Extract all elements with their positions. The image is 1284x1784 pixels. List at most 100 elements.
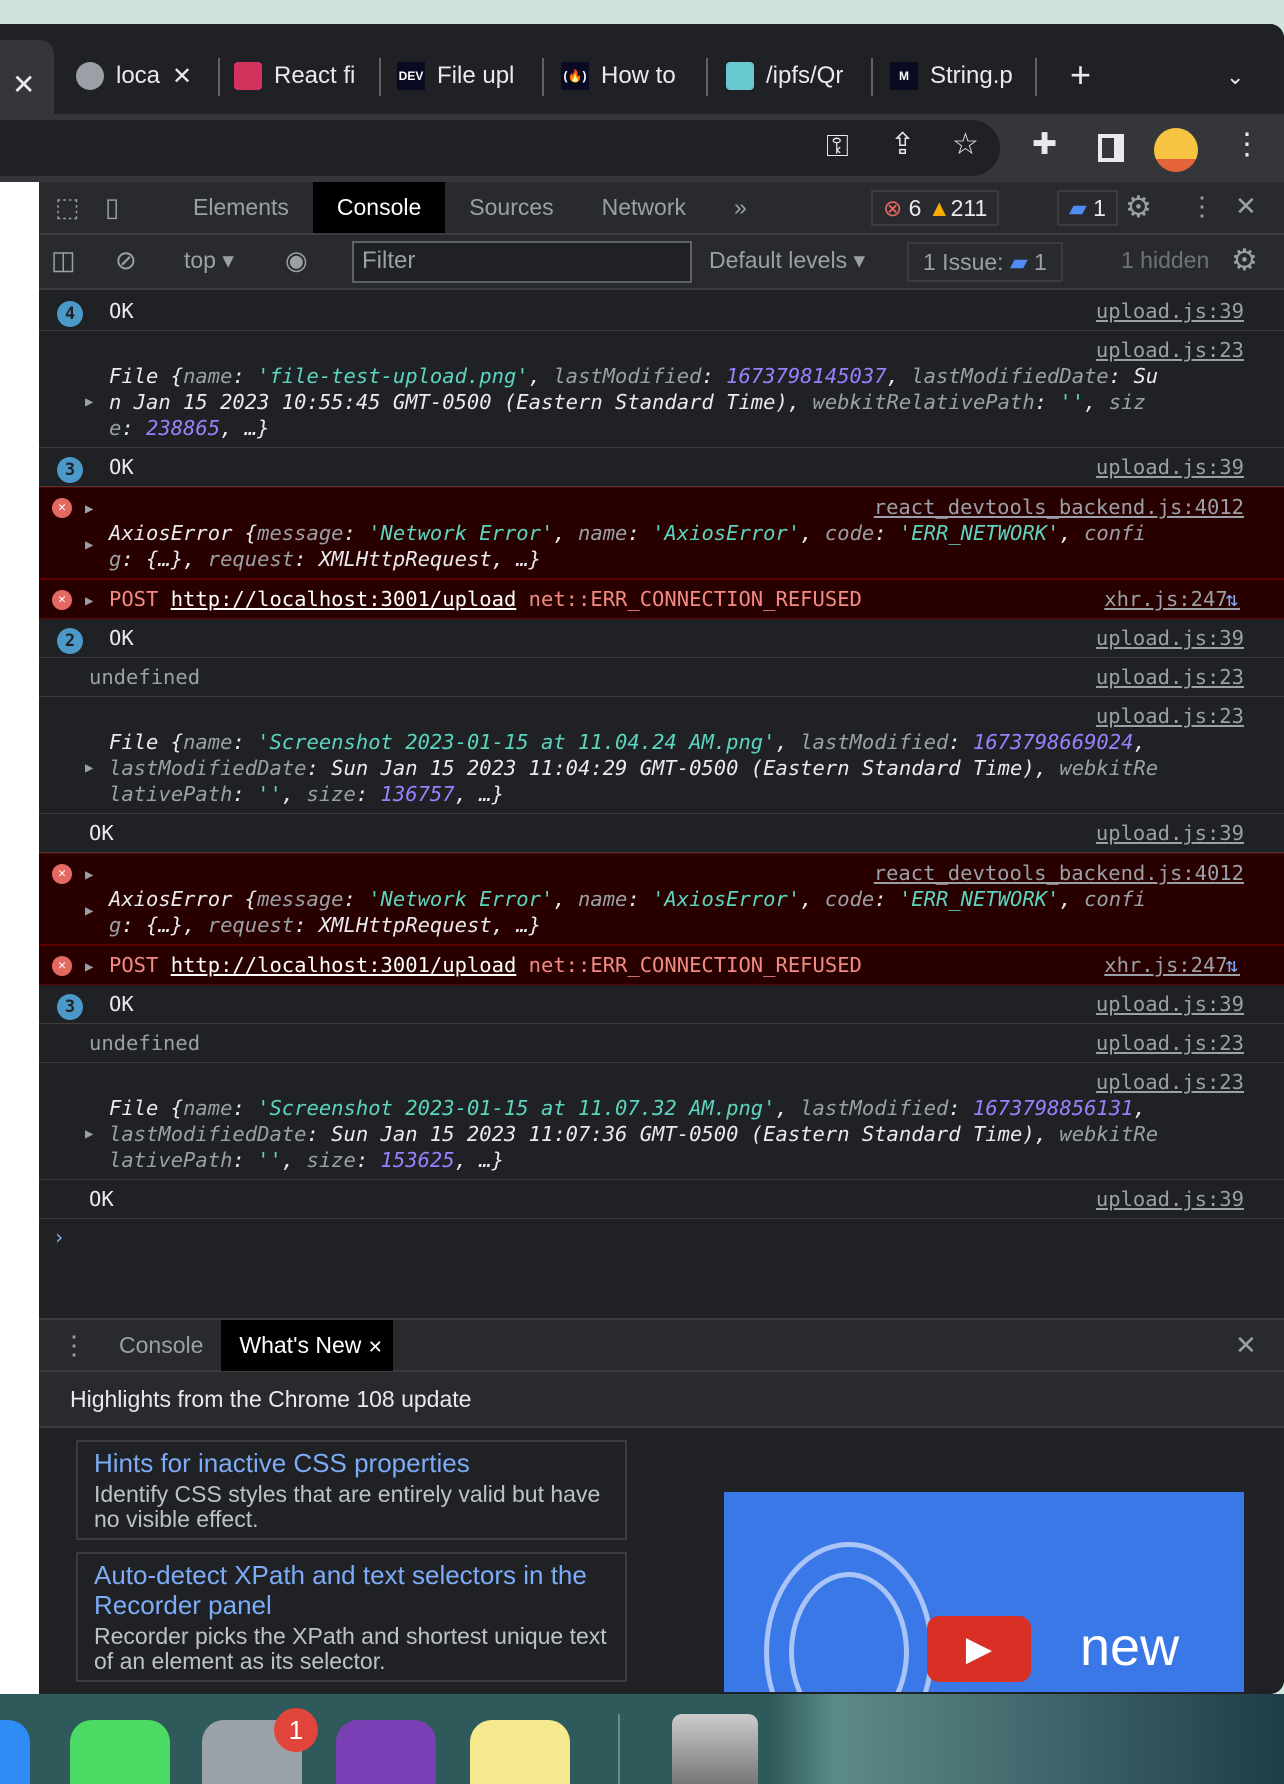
expand-arrow-icon[interactable]: ▶ — [85, 532, 93, 558]
expand-arrow-icon[interactable]: ▶ — [85, 954, 93, 980]
request-method: POST — [109, 953, 171, 977]
live-expression-eye-icon[interactable]: ◉ — [285, 245, 308, 276]
drawer-menu-icon[interactable]: ⋮ — [39, 1330, 109, 1361]
token: : — [1034, 390, 1060, 414]
message-line: e: 238865, …} — [109, 415, 1234, 441]
browser-tab[interactable]: /ipfs/Qr — [726, 54, 866, 98]
close-tab-icon[interactable]: ✕ — [12, 70, 35, 100]
expand-arrow-icon[interactable]: ▶ — [85, 389, 93, 415]
tab-search-chevron-down-icon[interactable]: ⌄ — [1226, 62, 1244, 92]
context-selector[interactable]: top ▾ — [184, 247, 234, 274]
tab-strip: ✕ loca ✕ React fi DEV File upl (🔥) How to/ipfs… — [0, 24, 1284, 130]
settings-gear-icon[interactable]: ⚙ — [1125, 190, 1152, 225]
browser-tab[interactable]: M String.p — [890, 54, 1030, 98]
close-tab-icon[interactable]: ✕ — [172, 62, 192, 91]
messages-counter[interactable]: ▰ 1 — [1057, 190, 1118, 226]
tab-network[interactable]: Network — [578, 182, 710, 233]
request-url-link[interactable]: http://localhost:3001/upload — [171, 953, 517, 977]
dock-app-stickies[interactable] — [470, 1720, 570, 1784]
error-warning-counter[interactable]: ⊗ 6 ▲211 — [871, 190, 1000, 226]
expand-arrow-icon[interactable]: ▶ — [85, 588, 93, 614]
profile-avatar[interactable] — [1154, 128, 1198, 172]
play-button-icon[interactable]: ▶ — [927, 1616, 1031, 1682]
source-link[interactable]: upload.js:39 — [1096, 298, 1244, 324]
card-title-link[interactable]: Hints for inactive CSS properties — [94, 1448, 609, 1478]
tab-separator — [542, 58, 544, 96]
source-link[interactable]: upload.js:23 — [109, 337, 1244, 363]
network-request-icon[interactable]: ⇅ — [1226, 952, 1238, 978]
source-link[interactable]: xhr.js:247 — [1104, 586, 1240, 612]
clear-console-icon[interactable]: ⊘ — [115, 245, 137, 276]
expand-arrow-icon[interactable]: ▶ — [85, 1121, 93, 1147]
source-link[interactable]: upload.js:23 — [109, 703, 1244, 729]
source-link[interactable]: upload.js:23 — [109, 1069, 1244, 1095]
feature-card[interactable]: Auto-detect XPath and text selectors in … — [76, 1552, 627, 1682]
address-bar[interactable]: ⚿ ⇪ ☆ — [0, 120, 1000, 176]
browser-tab[interactable]: loca ✕ — [76, 54, 196, 98]
token: 'AxiosError' — [652, 521, 801, 545]
message-line: undefined — [89, 1030, 1234, 1056]
network-request-icon[interactable]: ⇅ — [1226, 586, 1238, 612]
drawer-tab-whats-new[interactable]: What's New ✕ — [221, 1319, 393, 1371]
browser-tab[interactable]: DEV File upl — [397, 54, 537, 98]
source-link[interactable]: upload.js:23 — [1096, 1030, 1244, 1056]
tab-console[interactable]: Console — [312, 182, 446, 233]
browser-tab[interactable]: (🔥) How to — [561, 54, 701, 98]
inspect-element-icon[interactable]: ⬚ — [55, 192, 80, 223]
close-tab-icon[interactable]: ✕ — [368, 1337, 383, 1357]
devtools-menu-icon[interactable]: ⋮ — [1189, 191, 1215, 222]
token: , — [528, 364, 554, 388]
new-tab-icon[interactable]: + — [1070, 57, 1091, 93]
console-prompt[interactable]: › — [39, 1219, 1284, 1289]
browser-tab[interactable]: React fi — [234, 54, 374, 98]
bookmark-star-icon[interactable]: ☆ — [952, 130, 979, 160]
expand-arrow-icon[interactable]: ▶ — [85, 862, 93, 888]
source-link[interactable]: upload.js:39 — [1096, 625, 1244, 651]
source-link[interactable]: upload.js:39 — [1096, 991, 1244, 1017]
expand-arrow-icon[interactable]: ▶ — [85, 496, 93, 522]
token: 'Screenshot 2023-01-15 at 11.07.32 AM.pn… — [257, 1096, 776, 1120]
tab-sources[interactable]: Sources — [445, 182, 577, 233]
tab-elements[interactable]: Elements — [169, 182, 313, 233]
extensions-puzzle-icon[interactable]: ✚ — [1032, 130, 1057, 160]
source-link[interactable]: upload.js:39 — [1096, 1186, 1244, 1212]
console-message: ✕ react_devtools_backend.js:4012 ▶ ▶ AxiosEr… — [39, 853, 1284, 945]
source-link[interactable]: upload.js:39 — [1096, 454, 1244, 480]
source-link[interactable]: upload.js:39 — [1096, 820, 1244, 846]
source-link[interactable]: react_devtools_backend.js:4012 — [109, 494, 1244, 520]
token: 153625 — [380, 1148, 455, 1172]
expand-arrow-icon[interactable]: ▶ — [85, 755, 93, 781]
source-link[interactable]: react_devtools_backend.js:4012 — [109, 860, 1244, 886]
source-link[interactable]: upload.js:23 — [1096, 664, 1244, 690]
browser-menu-icon[interactable]: ⋮ — [1232, 130, 1262, 160]
dock-app-finder[interactable] — [0, 1720, 30, 1784]
sidebar-toggle-icon[interactable]: ◫ — [51, 245, 76, 276]
side-panel-icon[interactable] — [1098, 134, 1124, 162]
message-line: OK — [109, 454, 1234, 480]
filter-input[interactable]: Filter — [352, 241, 692, 283]
request-url-link[interactable]: http://localhost:3001/upload — [171, 587, 517, 611]
console-settings-gear-icon[interactable]: ⚙ — [1231, 243, 1258, 278]
feature-card[interactable]: Hints for inactive CSS properties Identi… — [76, 1440, 627, 1540]
mdn-icon: M — [890, 62, 918, 90]
dock-trash-icon[interactable] — [672, 1714, 758, 1784]
dock-app-wechat[interactable] — [70, 1720, 170, 1784]
expand-arrow-icon[interactable]: ▶ — [85, 898, 93, 924]
share-icon[interactable]: ⇪ — [890, 130, 915, 160]
tab-separator — [218, 58, 220, 96]
close-devtools-icon[interactable]: ✕ — [1235, 191, 1257, 222]
log-levels-dropdown[interactable]: Default levels ▾ — [709, 247, 865, 274]
close-drawer-icon[interactable]: ✕ — [1235, 1330, 1257, 1361]
key-icon[interactable]: ⚿ — [826, 132, 849, 162]
whats-new-video-thumbnail[interactable]: ▶ new — [724, 1492, 1244, 1692]
more-tabs-icon[interactable]: » — [710, 182, 771, 233]
drawer-tab-console[interactable]: Console — [109, 1320, 221, 1371]
dock-app-github-desktop[interactable] — [336, 1720, 436, 1784]
drawer-tab-bar: ⋮ Console What's New ✕ ✕ — [39, 1318, 1284, 1372]
card-title-link[interactable]: Auto-detect XPath and text selectors in … — [94, 1560, 609, 1620]
token: : — [701, 364, 727, 388]
source-link[interactable]: xhr.js:247 — [1104, 952, 1240, 978]
issues-button[interactable]: 1 Issue: ▰ 1 — [907, 242, 1063, 282]
device-toolbar-icon[interactable]: ▯ — [105, 192, 119, 223]
token: : — [232, 782, 258, 806]
